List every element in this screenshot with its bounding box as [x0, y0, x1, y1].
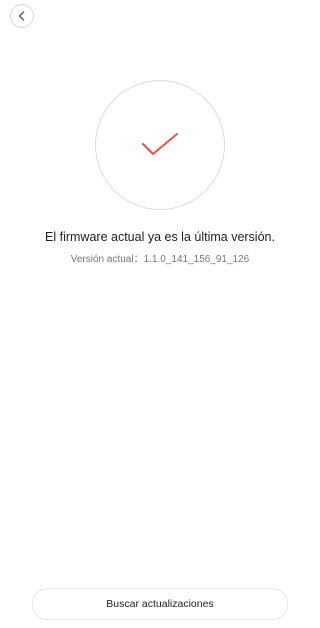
- chevron-left-icon: [18, 11, 25, 21]
- back-button[interactable]: [10, 4, 34, 28]
- version-label: Versión actual：: [70, 254, 144, 265]
- status-circle: [95, 80, 225, 210]
- status-message: El firmware actual ya es la última versi…: [45, 230, 275, 244]
- checkmark-icon: [142, 133, 178, 155]
- current-version: Versión actual：1.1.0_141_156_91_126: [0, 250, 320, 265]
- check-updates-button[interactable]: Buscar actualizaciones: [32, 588, 288, 620]
- check-updates-label: Buscar actualizaciones: [106, 598, 214, 610]
- version-value: 1.1.0_141_156_91_126: [143, 254, 250, 265]
- firmware-update-screen: El firmware actual ya es la última versi…: [0, 0, 320, 628]
